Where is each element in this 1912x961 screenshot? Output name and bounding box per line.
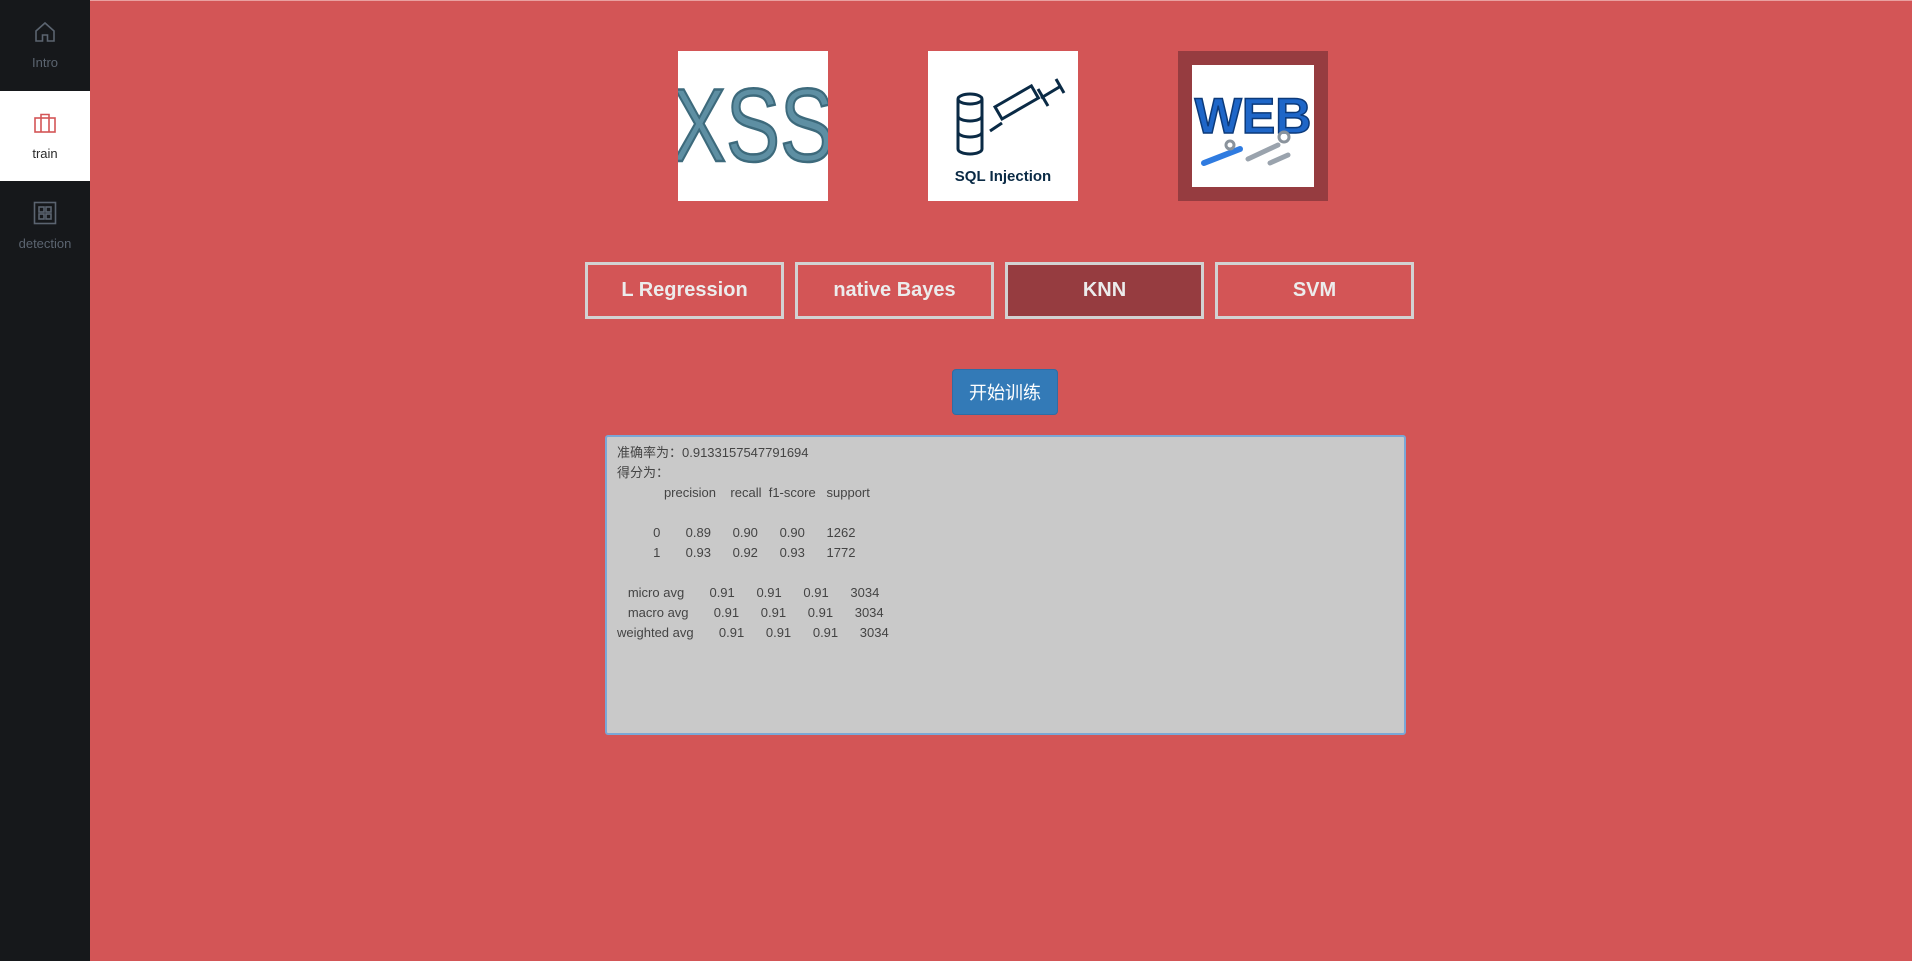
sidebar-item-detection[interactable]: detection (0, 181, 90, 271)
main-content: XSS SQL Injection WEB L Regression nativ… (90, 0, 1912, 961)
report-line: micro avg 0.91 0.91 0.91 3034 (617, 585, 880, 600)
report-line: 1 0.93 0.92 0.93 1772 (617, 545, 856, 560)
sidebar-item-train[interactable]: train (0, 91, 90, 181)
report-line: 0 0.89 0.90 0.90 1262 (617, 525, 856, 540)
score-label: 得分为： (617, 465, 670, 480)
report-line: macro avg 0.91 0.91 0.91 3034 (617, 605, 884, 620)
start-training-button[interactable]: 开始训练 (952, 369, 1058, 415)
algo-button-knn[interactable]: KNN (1005, 262, 1204, 319)
algo-button-native-bayes[interactable]: native Bayes (795, 262, 994, 319)
web-image: WEB (1194, 87, 1312, 166)
web-text: WEB (1195, 88, 1312, 144)
sidebar-item-intro[interactable]: Intro (0, 0, 90, 90)
sidebar-item-label: Intro (31, 55, 58, 70)
sidebar-item-label: train (32, 146, 58, 161)
grid-icon (33, 201, 57, 225)
briefcase-icon (34, 113, 56, 133)
algo-button-l-regression[interactable]: L Regression (585, 262, 784, 319)
sidebar-item-label: detection (18, 236, 72, 251)
sql-injection-card[interactable]: SQL Injection (928, 51, 1078, 201)
report-line: precision recall f1-score support (617, 485, 870, 500)
sidebar: Intro train detection (0, 0, 90, 961)
sql-injection-text: SQL Injection (955, 168, 1051, 185)
result-textarea[interactable]: 准确率为：0.9133157547791694 得分为： precision r… (605, 435, 1406, 735)
algo-button-svm[interactable]: SVM (1215, 262, 1414, 319)
web-card[interactable]: WEB (1178, 51, 1328, 201)
report-line (617, 563, 1394, 583)
xss-card[interactable]: XSS (678, 51, 828, 201)
accuracy-line: 准确率为：0.9133157547791694 (617, 445, 809, 460)
sql-injection-image: SQL Injection (955, 78, 1066, 185)
report-line: weighted avg 0.91 0.91 0.91 3034 (617, 625, 889, 640)
home-icon (35, 21, 55, 42)
xss-text: XSS (678, 68, 828, 184)
report-line (617, 503, 1394, 523)
xss-image: XSS (678, 67, 828, 186)
